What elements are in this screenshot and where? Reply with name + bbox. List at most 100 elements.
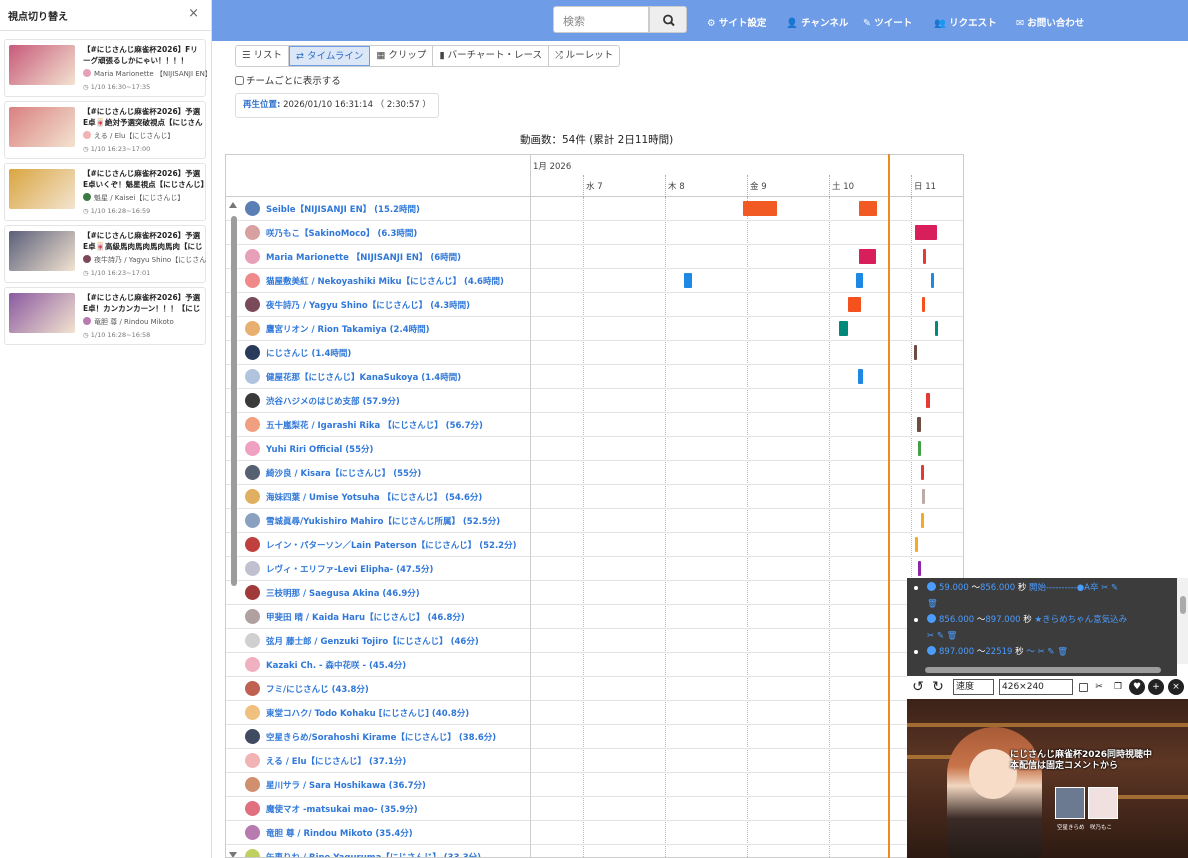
video-thumbnail[interactable] [9,107,75,147]
viewpoint-card[interactable]: 【#にじさんじ麻雀杯2026】Fリーグ頑張るしかにゃい！！！！ Maria Mar… [4,39,207,97]
channel-link[interactable]: 空星きらめ/Sorahoshi Kirame【にじさんじ】 (38.6分) [266,731,496,743]
stream-bar[interactable] [743,201,777,216]
viewpoint-card[interactable]: 【#にじさんじ麻雀杯2026】予選E卓🀄絶対予選突破視点【にじさんじ】える / … [4,101,206,159]
stream-bar[interactable] [931,273,934,288]
scroll-down-icon[interactable] [229,852,237,857]
channel-link[interactable]: 五十嵐梨花 / Igarashi Rika 【にじさんじ】 (56.7分) [266,419,483,431]
channel-link[interactable]: Yuhi Riri Official (55分) [266,443,373,455]
size-select[interactable]: 426×240 [999,679,1073,695]
channel-link[interactable]: 夜牛詩乃 / Yagyu Shino【にじさんじ】 (4.3時間) [266,299,470,311]
video-thumbnail[interactable] [9,293,75,333]
video-title[interactable]: 【#にじさんじ麻雀杯2026】予選E卓いくぞ！魁星視点【にじさんじ】 [83,168,205,190]
speed-select[interactable]: 速度 [953,679,994,695]
stream-bar[interactable] [923,249,926,264]
nav-request[interactable]: 👥 リクエスト [934,15,997,29]
video-thumbnail[interactable] [9,45,75,85]
channel-link[interactable]: 猫屋敷美紅 / Nekoyashiki Miku【にじさんじ】 (4.6時間) [266,275,504,287]
search-button[interactable] [649,6,687,33]
video-thumbnail[interactable] [9,231,75,271]
notes-hscroll-thumb[interactable] [925,667,1161,673]
channel-link[interactable]: 綺沙良 / Kisara【にじさんじ】 (55分) [266,467,421,479]
nav-contact[interactable]: ✉ お問い合わせ [1016,15,1084,29]
edit-icons[interactable]: ✂ ✎ 🗑 [1038,647,1068,657]
channel-link[interactable]: 健屋花那【にじさんじ】KanaSukoya (1.4時間) [266,371,461,383]
tab-timeline[interactable]: ⇄ タイムライン [289,46,371,66]
scroll-thumb[interactable] [231,216,237,586]
stream-bar[interactable] [859,249,876,264]
channel-link[interactable]: える / Elu【にじさんじ】 (37.1分) [266,755,406,767]
channel-link[interactable]: 矢車りね / Rine Yaguruma【にじさんじ】 (33.3分) [266,851,481,857]
video-title[interactable]: 【#にじさんじ麻雀杯2026】Fリーグ頑張るしかにゃい！！！！ [83,44,205,66]
tab-list[interactable]: ☰ リスト [236,46,290,66]
stream-bar[interactable] [848,297,861,312]
timeline-scrollbar[interactable] [229,202,237,857]
stream-bar[interactable] [921,465,924,480]
channel-link[interactable]: 星川サラ / Sara Hoshikawa (36.7分) [266,779,426,791]
stream-bar[interactable] [921,513,924,528]
channel-link[interactable]: レイン・パターソン／Lain Paterson【にじさんじ】 (52.2分) [266,539,517,551]
stream-bar[interactable] [856,273,863,288]
nav-site-settings[interactable]: ⚙ サイト設定 [707,15,766,29]
channel-link[interactable]: 渋谷ハジメのはじめ支部 (57.9分) [266,395,400,407]
stream-bar[interactable] [858,369,863,384]
video-title[interactable]: 【#にじさんじ麻雀杯2026】予選E卓🀄高級馬肉馬肉馬肉馬肉【にじさんじ】 [83,230,205,252]
viewpoint-card[interactable]: 【#にじさんじ麻雀杯2026】予選E卓いくぞ！魁星視点【にじさんじ】 魁星 / K… [4,163,206,221]
stream-bar[interactable] [859,201,877,216]
channel-link[interactable]: 鷹宮リオン / Rion Takamiya (2.4時間) [266,323,430,335]
option-checkbox[interactable] [1079,683,1088,692]
channel-link[interactable]: 海妹四葉 / Umise Yotsuha 【にじさんじ】 (54.6分) [266,491,482,503]
stream-bar[interactable] [684,273,692,288]
delete-icon[interactable]: 🗑 [927,599,938,609]
nav-tweet[interactable]: ✎ ツイート [863,15,912,29]
cut-icon[interactable]: ✂ ✎ [1101,583,1118,593]
stream-bar[interactable] [914,345,917,360]
video-title[interactable]: 【#にじさんじ麻雀杯2026】予選E卓！カンカンカーン！！！【にじさんじ】 [83,292,205,314]
play-icon[interactable] [927,614,936,623]
stream-bar[interactable] [926,393,930,408]
nav-channels[interactable]: 👤 チャンネル [786,15,848,29]
channel-link[interactable]: 三枝明那 / Saegusa Akina (46.9分) [266,587,420,599]
channel-link[interactable]: Maria Marionette 【NIJISANJI EN】 (6時間) [266,251,461,263]
channel-link[interactable]: Seible【NIJISANJI EN】 (15.2時間) [266,203,420,215]
stream-bar[interactable] [839,321,848,336]
scissors-icon[interactable]: ✂ [1091,679,1107,695]
tab-bar-chart-race[interactable]: ▮ バーチャート・レース [433,46,550,66]
notes-vscroll-thumb[interactable] [1180,596,1186,614]
stream-bar[interactable] [918,561,921,576]
stream-bar[interactable] [917,417,921,432]
viewpoint-card[interactable]: 【#にじさんじ麻雀杯2026】予選E卓🀄高級馬肉馬肉馬肉馬肉【にじさんじ】夜牛詩… [4,225,207,283]
forward-icon[interactable]: ↻ [930,679,946,695]
channel-link[interactable]: 甲斐田 晴 / Kaida Haru【にじさんじ】 (46.8分) [266,611,465,623]
stream-bar[interactable] [935,321,938,336]
channel-link[interactable]: 雪城眞尋/Yukishiro Mahiro【にじさんじ所属】 (52.5分) [266,515,500,527]
notes-vscroll[interactable] [1177,578,1188,664]
channel-link[interactable]: 魔使マオ -matsukai mao- (35.9分) [266,803,418,815]
tab-roulette[interactable]: ⤮ ルーレット [549,46,619,66]
heart-icon[interactable]: ♥ [1129,679,1145,695]
rewind-icon[interactable]: ↺ [910,679,926,695]
channel-link[interactable]: レヴィ・エリファ-Levi Elipha- (47.5分) [266,563,433,575]
video-title[interactable]: 【#にじさんじ麻雀杯2026】予選E卓🀄絶対予選突破視点【にじさんじ】 [83,106,205,128]
video-thumbnail[interactable] [9,169,75,209]
notes-hscroll[interactable] [907,664,1177,676]
viewpoint-card[interactable]: 【#にじさんじ麻雀杯2026】予選E卓！カンカンカーン！！！【にじさんじ】竜胆 … [4,287,206,345]
close-icon[interactable]: × [1168,679,1184,695]
search-input[interactable]: 検索 [553,6,649,33]
stream-bar[interactable] [922,489,925,504]
channel-link[interactable]: 咲乃もこ【SakinoMoco】 (6.3時間) [266,227,417,239]
scroll-up-icon[interactable] [229,202,237,208]
stream-bar[interactable] [922,297,925,312]
channel-link[interactable]: にじさんじ (1.4時間) [266,347,351,359]
channel-link[interactable]: Kazaki Ch. ‐ 森中花咲 ‐ (45.4分) [266,659,406,671]
close-icon[interactable]: × [188,6,199,21]
tab-clip[interactable]: ▦ クリップ [370,46,434,66]
channel-link[interactable]: 弦月 藤士郎 / Genzuki Tojiro【にじさんじ】 (46分) [266,635,479,647]
stream-bar[interactable] [915,537,918,552]
channel-link[interactable]: フミ/にじさんじ (43.8分) [266,683,369,695]
team-checkbox[interactable] [235,76,244,85]
play-icon[interactable] [927,646,936,655]
channel-link[interactable]: 竜胆 尊 / Rindou Mikoto (35.4分) [266,827,413,839]
copy-icon[interactable]: ❐ [1110,679,1126,695]
play-icon[interactable] [927,582,936,591]
plus-icon[interactable]: + [1148,679,1164,695]
